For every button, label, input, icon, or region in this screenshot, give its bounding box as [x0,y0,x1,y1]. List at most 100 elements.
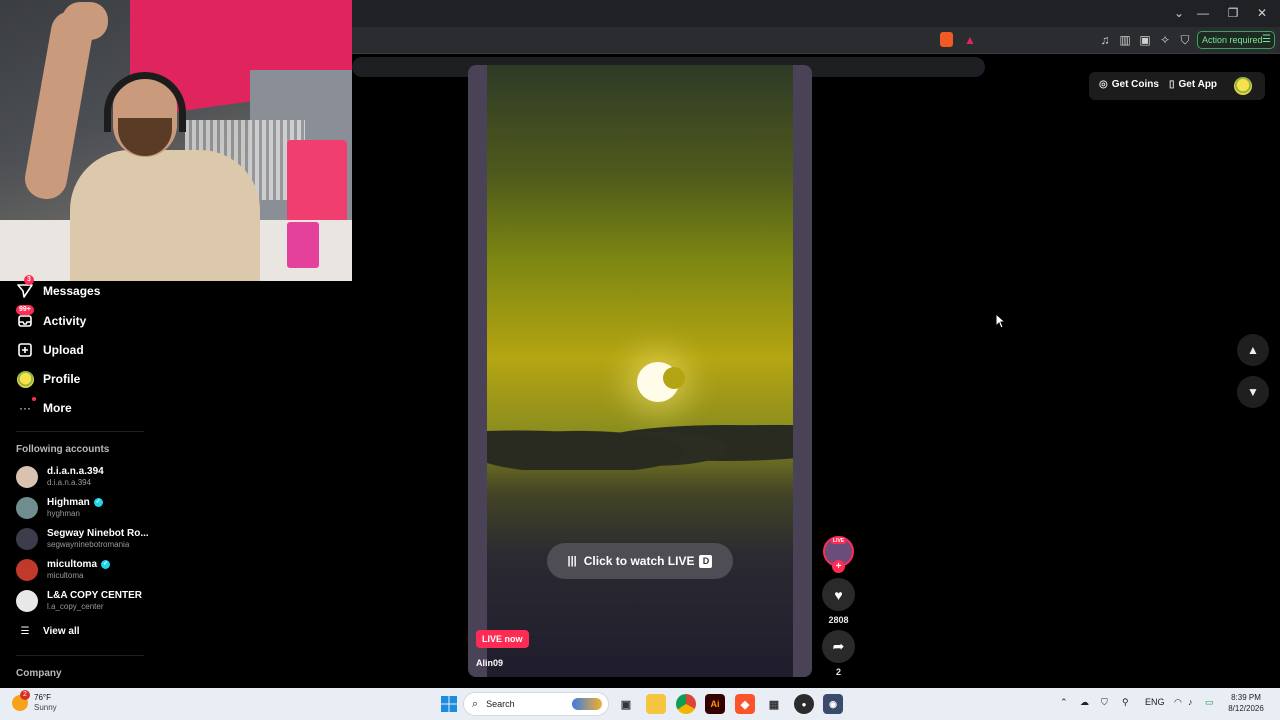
previous-video-button[interactable]: ▲ [1237,334,1269,366]
file-explorer-icon[interactable] [646,694,666,714]
account-name: L&A COPY CENTER [47,590,143,601]
account-item[interactable]: Segway Ninebot Ro... segwayninebotromani… [16,525,149,553]
nav-activity[interactable]: 99+ Activity [16,305,87,332]
account-item[interactable]: Highman ✓ hyghman [16,494,103,522]
maximize-button[interactable]: ❐ [1223,6,1243,20]
battery-icon[interactable]: ▭ [1205,697,1214,708]
start-button[interactable] [439,694,459,714]
screen: ⌄ — ❐ ✕ ▲ ♫ ▥ ▣ ✧ ⛉ Action required ☰ 3 … [0,0,1280,720]
follow-plus-button[interactable]: + [832,560,845,573]
media-icon[interactable]: ♫ [1097,32,1113,48]
minimize-button[interactable]: — [1193,6,1213,20]
account-name: micultoma [47,559,98,570]
action-required-label: Action required [1202,35,1263,45]
chevron-up-icon: ▲ [1247,343,1259,357]
click-to-watch-live-button[interactable]: ||| Click to watch LIVE D [547,543,733,579]
nav-more[interactable]: ··· More [16,397,72,419]
taskbar-search[interactable]: ⌕ Search [463,692,609,716]
volume-icon[interactable]: ♪ [1188,697,1193,707]
illustrator-icon[interactable]: Ai [705,694,725,714]
coin-icon: ◎ [1099,79,1108,90]
activity-badge: 99+ [16,305,34,315]
sidebar-divider [16,655,144,656]
onedrive-icon[interactable]: ☁ [1080,697,1089,708]
nav-upload[interactable]: Upload [16,339,84,361]
calculator-icon[interactable]: ▦ [764,694,784,714]
menu-icon: ☰ [1262,34,1271,45]
app-icon[interactable]: ◉ [823,694,843,714]
next-video-button[interactable]: ▼ [1237,376,1269,408]
show-hidden-icons[interactable]: ⌃ [1060,697,1068,708]
leo-ai-icon[interactable]: ✧ [1157,32,1173,48]
vpn-shield-icon[interactable]: ⛉ [1177,32,1193,48]
brave-browser-icon[interactable]: ◆ [735,694,755,714]
video-thumbnail [487,65,793,677]
account-item[interactable]: L&A COPY CENTER l.a_copy_center [16,587,142,615]
account-handle: l.a_copy_center [47,602,104,611]
clock-time: 8:39 PM [1231,693,1261,702]
like-button[interactable]: ♥ [822,578,855,611]
wallet-icon[interactable]: ▣ [1137,32,1153,48]
verified-icon: ✓ [93,498,103,507]
account-avatar [16,559,38,581]
verified-icon: ✓ [101,560,111,569]
nav-messages[interactable]: 3 Messages [16,275,100,302]
brave-rewards-icon[interactable]: ▲ [962,32,978,48]
temperature: 76°F [34,693,51,702]
nav-upload-label: Upload [43,343,84,357]
account-avatar [16,466,38,488]
profile-avatar [16,370,34,388]
list-icon: ☰ [20,625,30,637]
live-bars-icon: ||| [567,555,577,567]
account-item[interactable]: d.i.a.n.a.394 d.i.a.n.a.394 [16,463,104,491]
get-app-button[interactable]: ▯ Get App [1169,79,1217,90]
nav-profile[interactable]: Profile [16,368,80,390]
language-indicator[interactable]: ENG [1145,697,1165,707]
brave-shield-icon[interactable] [940,32,953,47]
account-name: Highman [47,497,90,508]
weather-widget[interactable]: 2 76°F Sunny [12,690,57,713]
account-item[interactable]: micultoma ✓ micultoma [16,556,111,584]
chrome-icon[interactable] [676,694,696,714]
weather-notification-badge: 2 [20,690,30,700]
action-required-button[interactable]: Action required ☰ [1197,31,1275,49]
user-avatar[interactable] [1234,77,1252,95]
windows-taskbar: 2 76°F Sunny ⌕ Search ▣ Ai ◆ ▦ ● ◉ ⌃ ☁ ⛉… [0,688,1280,720]
company-link[interactable]: Company [16,668,62,679]
get-coins-label: Get Coins [1111,79,1159,90]
chevron-down-icon: ▼ [1247,385,1259,399]
nav-activity-label: Activity [43,314,87,328]
nav-profile-label: Profile [43,372,81,386]
live-tag: LIVE [831,538,847,544]
keyboard-shortcut-badge: D [699,554,713,568]
sidebar-icon[interactable]: ▥ [1117,32,1133,48]
account-name: d.i.a.n.a.394 [47,466,104,477]
webcam-overlay [0,0,352,281]
more-dots-icon: ··· [16,397,36,417]
tab-search-icon[interactable]: ⌄ [1169,6,1189,20]
account-avatar [16,497,38,519]
account-handle: hyghman [47,509,80,518]
get-app-label: Get App [1178,79,1218,90]
watch-live-label: Click to watch LIVE [583,554,695,568]
share-button[interactable]: ➦ [822,630,855,663]
system-clock[interactable]: 8:39 PM 8/12/2026 [1220,692,1272,714]
view-all-label: View all [43,625,80,637]
account-handle: micultoma [47,571,84,580]
heart-icon: ♥ [834,586,843,603]
live-video-player[interactable] [468,65,812,677]
network-tray-icon[interactable]: ⚲ [1122,697,1129,708]
account-avatar [16,590,38,612]
task-view-icon[interactable]: ▣ [616,694,636,714]
search-icon: ⌕ [472,697,479,710]
security-icon[interactable]: ⛉ [1101,697,1108,708]
get-coins-button[interactable]: ◎ Get Coins [1099,79,1159,90]
wifi-icon[interactable]: ◠ [1174,697,1182,708]
close-window-button[interactable]: ✕ [1252,6,1272,20]
account-name: Segway Ninebot Ro... [47,528,149,539]
obs-icon[interactable]: ● [794,694,814,714]
view-all-button[interactable]: ☰ View all [16,620,80,642]
messages-badge: 3 [24,275,34,285]
plus-square-icon [16,341,34,359]
video-author[interactable]: Alin09 [476,658,503,668]
